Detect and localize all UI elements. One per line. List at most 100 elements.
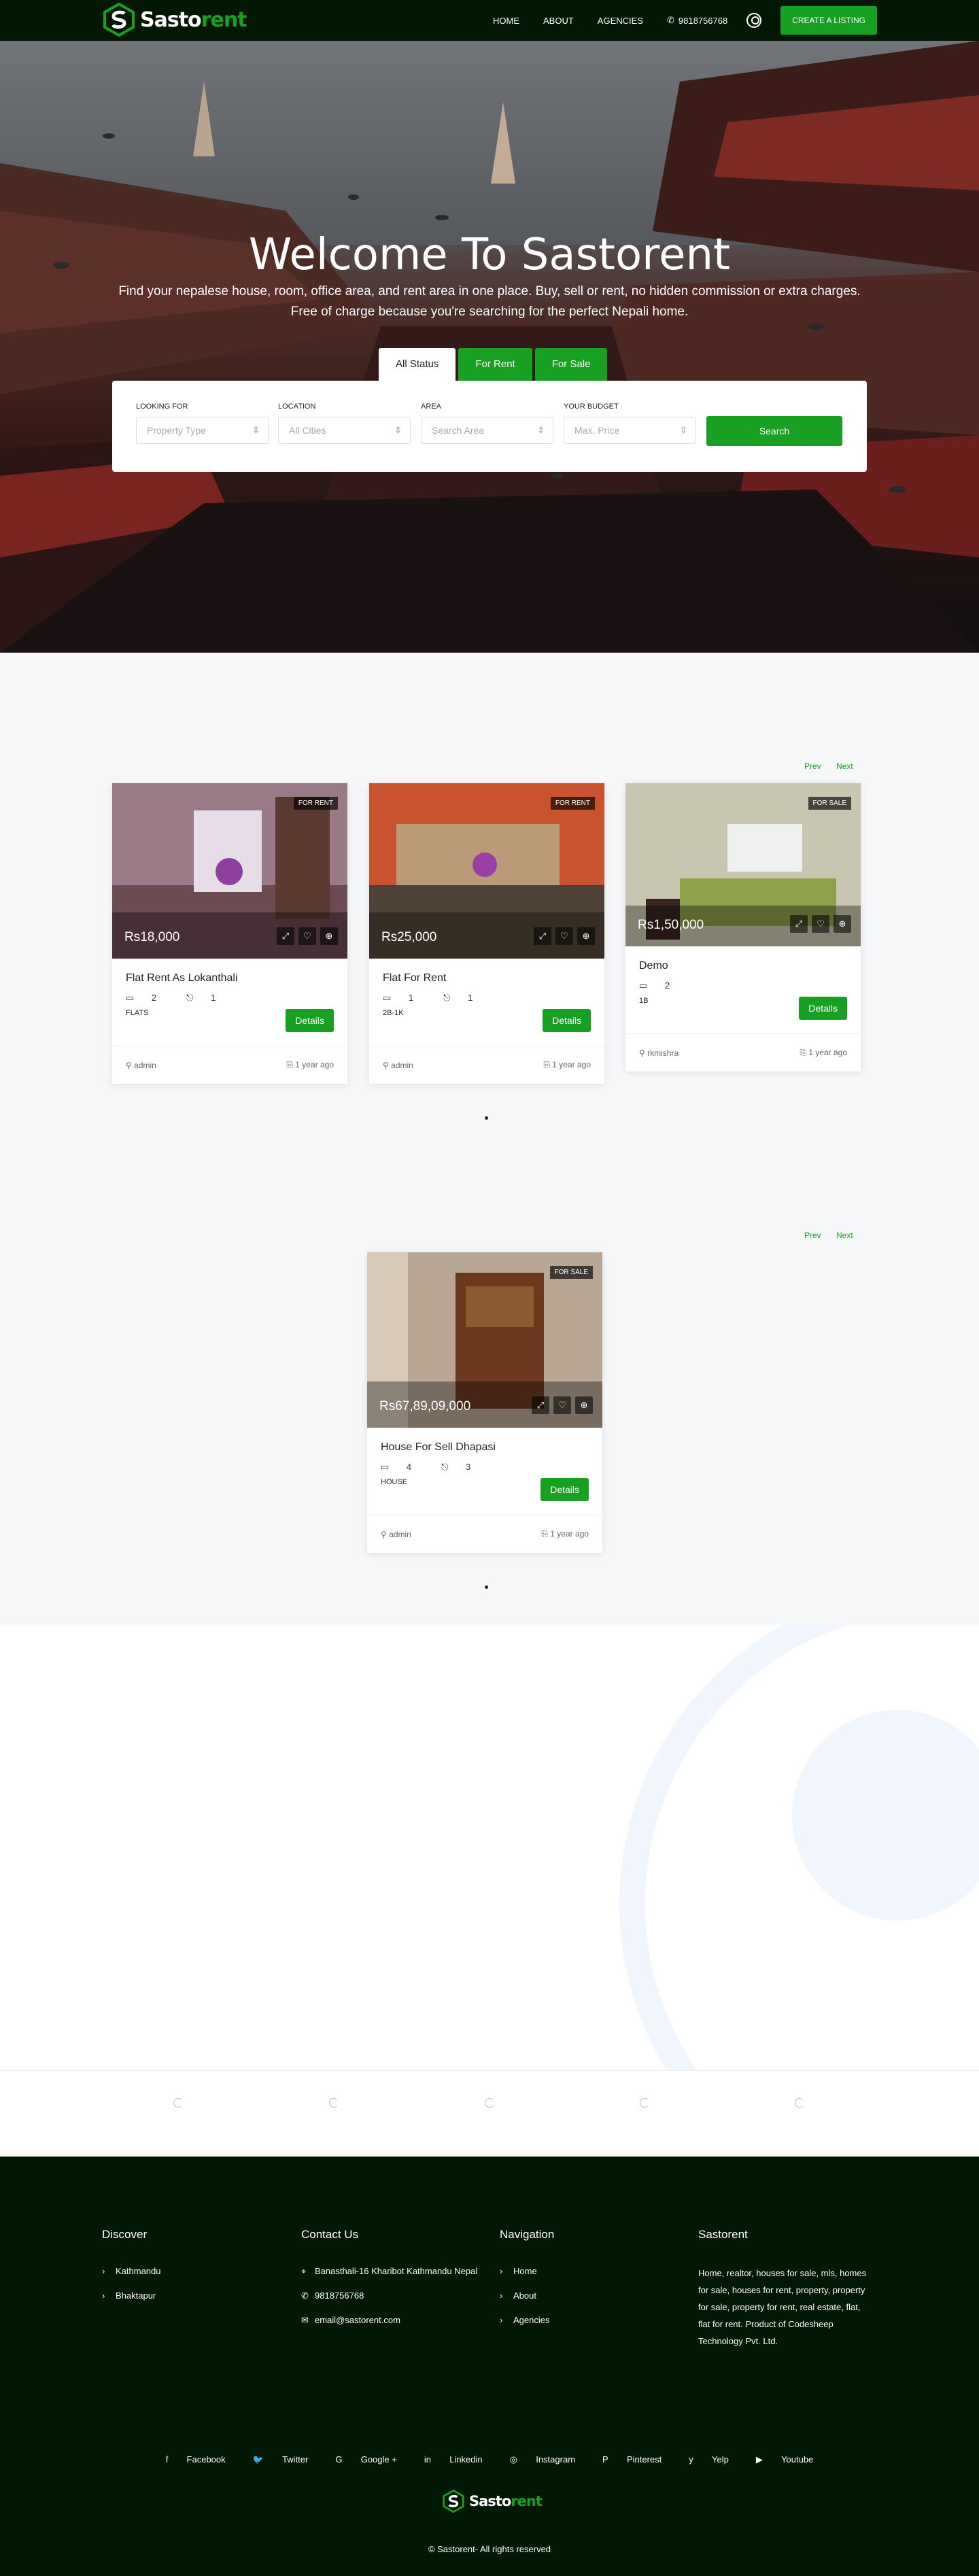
heart-icon[interactable]: ♡ bbox=[555, 927, 573, 945]
carousel2-prev-button[interactable]: Prev bbox=[804, 1231, 821, 1240]
bed-icon: ▭ bbox=[126, 993, 135, 1003]
expand-icon[interactable]: ⤢ bbox=[534, 927, 551, 945]
add-circle-icon[interactable]: ⊕ bbox=[834, 915, 851, 933]
user-account-icon[interactable] bbox=[746, 13, 762, 28]
footer-home-link[interactable]: › Home bbox=[500, 2265, 554, 2278]
loading-spinner-icon bbox=[640, 2098, 649, 2108]
footer-logo[interactable]: Sastorent bbox=[442, 2490, 543, 2513]
expand-icon[interactable]: ⤢ bbox=[532, 1396, 549, 1414]
details-button[interactable]: Details bbox=[286, 1009, 334, 1032]
social-yelp[interactable]: y Yelp bbox=[682, 2454, 736, 2465]
discover-link-kathmandu[interactable]: › Kathmandu bbox=[102, 2265, 161, 2278]
area-select[interactable]: Search Area bbox=[421, 417, 553, 444]
footer-navigation: Navigation › Home › About › Agencies bbox=[500, 2228, 554, 2338]
social-pinterest[interactable]: P Pinterest bbox=[596, 2454, 668, 2465]
discover-heading: Discover bbox=[102, 2228, 148, 2241]
tab-all-status[interactable]: All Status bbox=[379, 348, 456, 381]
footer-discover: Discover › Kathmandu › Bhaktapur bbox=[102, 2228, 161, 2314]
property-card: FOR RENT Rs18,000 ⤢ ♡ ⊕ Flat Rent As Lokan… bbox=[112, 783, 347, 1084]
social-linkedin[interactable]: in Linkedin bbox=[417, 2454, 490, 2465]
carousel1-pagination-dot[interactable] bbox=[485, 1116, 488, 1120]
location-select[interactable]: All Cities bbox=[278, 417, 411, 444]
footer-agencies-link[interactable]: › Agencies bbox=[500, 2314, 554, 2327]
social-label: Pinterest bbox=[626, 2454, 662, 2465]
linkedin-icon: in bbox=[424, 2454, 431, 2465]
heart-icon[interactable]: ♡ bbox=[812, 915, 829, 933]
carousel2-pagination-dot[interactable] bbox=[485, 1585, 488, 1589]
about-description: Home, realtor, houses for sale, mls, hom… bbox=[698, 2268, 867, 2346]
card-title[interactable]: Flat For Rent bbox=[383, 972, 591, 984]
details-button[interactable]: Details bbox=[543, 1009, 591, 1032]
add-circle-icon[interactable]: ⊕ bbox=[577, 927, 595, 945]
status-badge: FOR SALE bbox=[549, 1266, 593, 1279]
footer-phone[interactable]: ✆ 9818756768 bbox=[301, 2289, 478, 2303]
tab-for-sale[interactable]: For Sale bbox=[534, 348, 608, 381]
nav-about-link[interactable]: ABOUT bbox=[543, 16, 574, 26]
social-twitter[interactable]: 🐦 Twitter bbox=[246, 2454, 315, 2465]
carousel1-prev-button[interactable]: Prev bbox=[804, 761, 821, 771]
card-price: Rs18,000 bbox=[124, 930, 180, 944]
pinterest-icon: P bbox=[602, 2454, 608, 2465]
site-logo[interactable]: Sastorent bbox=[102, 3, 247, 37]
search-button[interactable]: Search bbox=[706, 416, 842, 446]
footer-about-link[interactable]: › About bbox=[500, 2289, 554, 2303]
social-youtube[interactable]: ▶ Youtube bbox=[749, 2454, 820, 2465]
details-button[interactable]: Details bbox=[540, 1478, 589, 1501]
property-image[interactable]: FOR SALE Rs67,89,09,000 ⤢ ♡ ⊕ bbox=[367, 1252, 602, 1428]
create-listing-button[interactable]: CREATE A LISTING bbox=[780, 6, 877, 35]
nav-home-link[interactable]: HOME bbox=[493, 16, 519, 26]
baths-count: 3 bbox=[466, 1462, 471, 1472]
phone-icon: ✆ bbox=[666, 15, 674, 25]
user-icon: ⚲ bbox=[383, 1060, 389, 1070]
max-price-select[interactable]: Max. Price bbox=[564, 417, 696, 444]
phone-icon: ✆ bbox=[301, 2290, 309, 2301]
social-label: Yelp bbox=[711, 2454, 729, 2465]
card-title[interactable]: Flat Rent As Lokanthali bbox=[126, 972, 334, 984]
nav-phone[interactable]: ✆ 9818756768 bbox=[667, 15, 727, 26]
location-label: LOCATION bbox=[278, 402, 316, 411]
property-image[interactable]: FOR RENT Rs18,000 ⤢ ♡ ⊕ bbox=[112, 783, 347, 959]
tab-for-rent[interactable]: For Rent bbox=[458, 348, 532, 381]
social-instagram[interactable]: ◎ Instagram bbox=[503, 2454, 582, 2465]
bed-icon: ▭ bbox=[383, 993, 392, 1003]
social-facebook[interactable]: f Facebook bbox=[159, 2454, 233, 2465]
logo-text-rent: rent bbox=[511, 2493, 543, 2509]
property-image[interactable]: FOR RENT Rs25,000 ⤢ ♡ ⊕ bbox=[369, 783, 604, 959]
area-field: AREA Search Area bbox=[421, 402, 553, 444]
add-circle-icon[interactable]: ⊕ bbox=[575, 1396, 593, 1414]
card-author[interactable]: admin bbox=[389, 1530, 411, 1539]
property-type-select[interactable]: Property Type bbox=[136, 417, 269, 444]
status-badge: FOR RENT bbox=[550, 797, 595, 810]
bed-icon: ▭ bbox=[381, 1462, 390, 1472]
social-label: Linkedin bbox=[449, 2454, 483, 2465]
social-label: Instagram bbox=[536, 2454, 576, 2465]
social-google-plus[interactable]: G Google + bbox=[328, 2454, 403, 2465]
carousel1-next-button[interactable]: Next bbox=[836, 761, 853, 771]
add-circle-icon[interactable]: ⊕ bbox=[320, 927, 338, 945]
footer-nav-label: Agencies bbox=[513, 2315, 550, 2325]
carousel2-next-button[interactable]: Next bbox=[836, 1231, 853, 1240]
copyright: © Sastorent- All rights reserved bbox=[428, 2544, 551, 2554]
details-button[interactable]: Details bbox=[799, 997, 847, 1020]
expand-icon[interactable]: ⤢ bbox=[790, 915, 808, 933]
discover-link-bhaktapur[interactable]: › Bhaktapur bbox=[102, 2289, 161, 2303]
logo-text-sasto: Sasto bbox=[469, 2493, 511, 2509]
card-price: Rs25,000 bbox=[381, 930, 437, 944]
property-image[interactable]: FOR SALE Rs1,50,000 ⤢ ♡ ⊕ bbox=[625, 783, 861, 946]
nav-agencies-link[interactable]: AGENCIES bbox=[598, 16, 643, 26]
partners-strip bbox=[0, 2070, 979, 2157]
hero-subtitle: Find your nepalese house, room, office a… bbox=[118, 284, 861, 319]
card-author[interactable]: admin bbox=[391, 1061, 413, 1070]
heart-icon[interactable]: ♡ bbox=[298, 927, 316, 945]
card-title[interactable]: House For Sell Dhapasi bbox=[381, 1441, 589, 1454]
bath-icon: ⎋ bbox=[443, 993, 451, 1003]
card-title[interactable]: Demo bbox=[639, 960, 847, 972]
expand-icon[interactable]: ⤢ bbox=[277, 927, 294, 945]
footer-email[interactable]: ✉ email@sastorent.com bbox=[301, 2314, 478, 2327]
card-author[interactable]: admin bbox=[134, 1061, 156, 1070]
card-date: 1 year ago bbox=[550, 1529, 589, 1539]
card-author[interactable]: rkmishra bbox=[647, 1048, 679, 1058]
heart-icon[interactable]: ♡ bbox=[553, 1396, 571, 1414]
footer-nav-label: Home bbox=[513, 2266, 537, 2276]
footer-about: Sastorent Home, realtor, houses for sale… bbox=[698, 2228, 872, 2350]
